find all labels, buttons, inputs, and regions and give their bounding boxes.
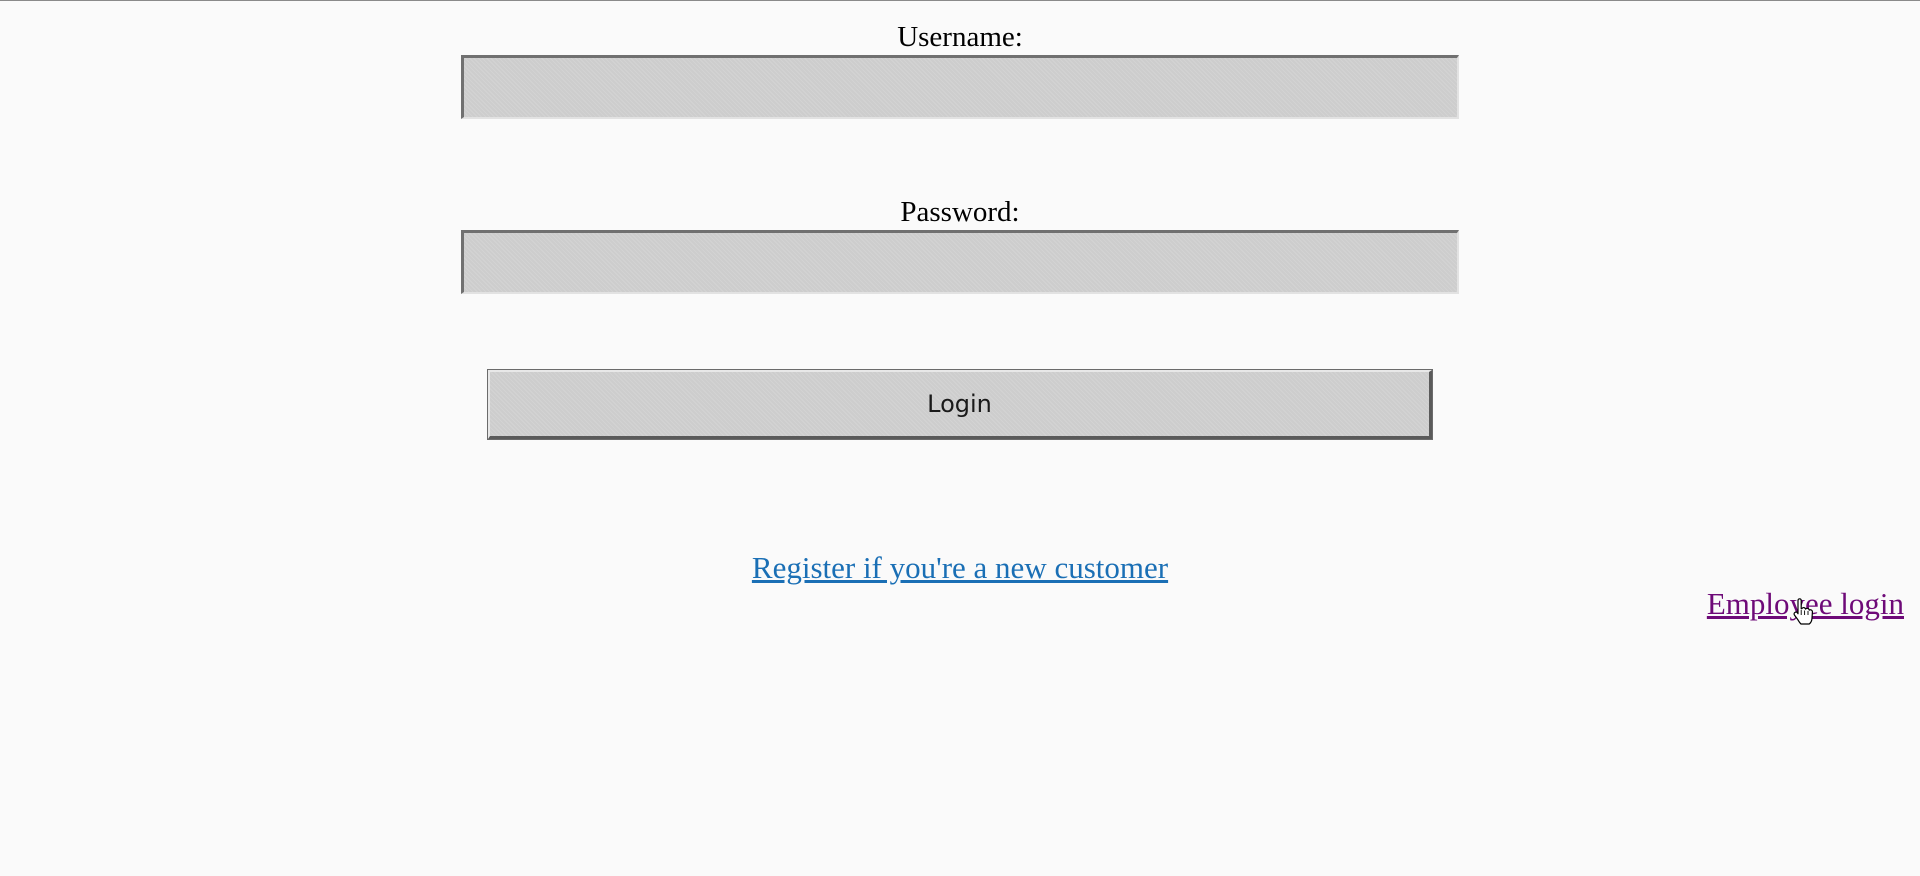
hand-pointer-icon [1793,598,1813,625]
username-label: Username: [897,21,1023,53]
top-border [0,0,1920,1]
register-link[interactable]: Register if you're a new customer [752,550,1168,585]
login-button[interactable]: Login [488,370,1432,439]
password-label: Password: [900,196,1020,228]
password-input[interactable] [461,230,1459,294]
register-link-row: Register if you're a new customer [0,549,1920,587]
username-input[interactable] [461,55,1459,119]
